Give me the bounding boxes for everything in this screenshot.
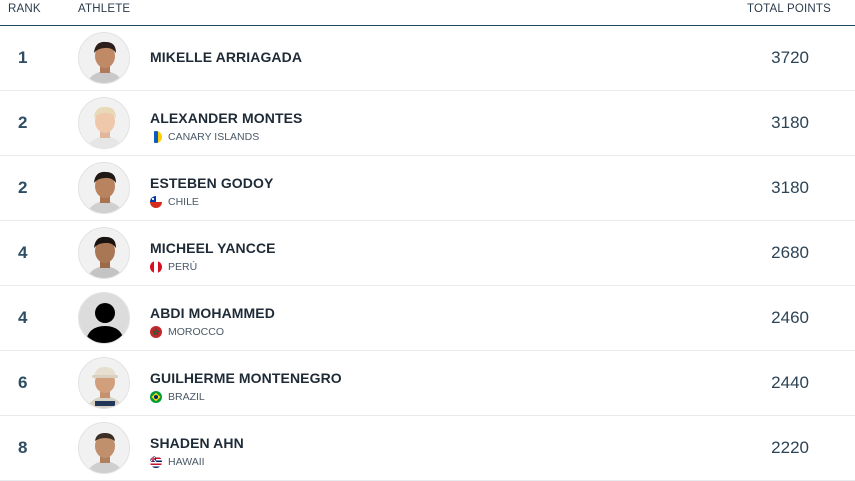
athlete-country: PERÚ <box>150 261 197 273</box>
athlete-country: BRAZIL <box>150 391 205 403</box>
total-points-column-header: TOTAL POINTS <box>747 3 831 15</box>
brazil-flag-icon <box>150 391 162 403</box>
country-name: CHILE <box>168 196 199 208</box>
rank-value: 4 <box>18 308 28 327</box>
table-row[interactable]: 8 SHADEN AHN HAWAII 2220 <box>0 416 855 481</box>
peru-flag-icon <box>150 261 162 273</box>
total-points-value: 2220 <box>771 438 809 457</box>
table-row[interactable]: 2 ESTEBEN GODOY CHILE 3180 <box>0 156 855 221</box>
athlete-avatar <box>78 357 130 409</box>
rank-value: 2 <box>18 113 28 132</box>
chile-flag-icon <box>150 196 162 208</box>
rank-column-header: RANK <box>8 3 41 15</box>
canary-islands-flag-icon <box>150 131 162 143</box>
athlete-column-header: ATHLETE <box>78 3 131 15</box>
total-points-value: 3180 <box>771 113 809 132</box>
total-points-value: 2460 <box>771 308 809 327</box>
athlete-country: MOROCCO <box>150 326 224 338</box>
total-points-value: 3720 <box>771 48 809 67</box>
athlete-avatar <box>78 422 130 474</box>
morocco-flag-icon <box>150 326 162 338</box>
rank-value: 1 <box>18 48 28 67</box>
athlete-avatar <box>78 227 130 279</box>
athlete-avatar <box>78 97 130 149</box>
athlete-name[interactable]: ABDI MOHAMMED <box>150 305 275 321</box>
athlete-name[interactable]: ALEXANDER MONTES <box>150 110 303 126</box>
placeholder-avatar-icon <box>78 292 130 344</box>
table-row[interactable]: 1 MIKELLE ARRIAGADA 3720 <box>0 26 855 91</box>
table-row[interactable]: 4 MICHEEL YANCCE PERÚ 2680 <box>0 221 855 286</box>
rank-value: 6 <box>18 373 28 392</box>
athlete-avatar <box>78 32 130 84</box>
hawaii-flag-icon <box>150 456 162 468</box>
table-row[interactable]: 4 ABDI MOHAMMED MOROCCO 2460 <box>0 286 855 351</box>
total-points-value: 2440 <box>771 373 809 392</box>
total-points-value: 2680 <box>771 243 809 262</box>
athlete-name[interactable]: ESTEBEN GODOY <box>150 175 273 191</box>
athlete-country: HAWAII <box>150 456 205 468</box>
athlete-name[interactable]: MICHEEL YANCCE <box>150 240 276 256</box>
country-name: PERÚ <box>168 261 198 273</box>
rank-value: 2 <box>18 178 28 197</box>
table-row[interactable]: 6 GUILHERME MONTENEGRO BRAZIL 2440 <box>0 351 855 416</box>
rank-value: 4 <box>18 243 28 262</box>
country-name: BRAZIL <box>168 391 205 403</box>
table-header: RANK ATHLETE TOTAL POINTS <box>0 0 855 26</box>
athlete-avatar <box>78 162 130 214</box>
country-name: HAWAII <box>168 456 205 468</box>
total-points-value: 3180 <box>771 178 809 197</box>
athlete-name[interactable]: MIKELLE ARRIAGADA <box>150 49 302 65</box>
country-name: CANARY ISLANDS <box>168 131 260 143</box>
athlete-country: CANARY ISLANDS <box>150 131 259 143</box>
rank-value: 8 <box>18 438 28 457</box>
athlete-name[interactable]: GUILHERME MONTENEGRO <box>150 370 342 386</box>
athlete-name[interactable]: SHADEN AHN <box>150 435 244 451</box>
country-name: MOROCCO <box>168 326 224 338</box>
athlete-country: CHILE <box>150 196 199 208</box>
table-row[interactable]: 2 ALEXANDER MONTES CANARY ISLANDS 3180 <box>0 91 855 156</box>
